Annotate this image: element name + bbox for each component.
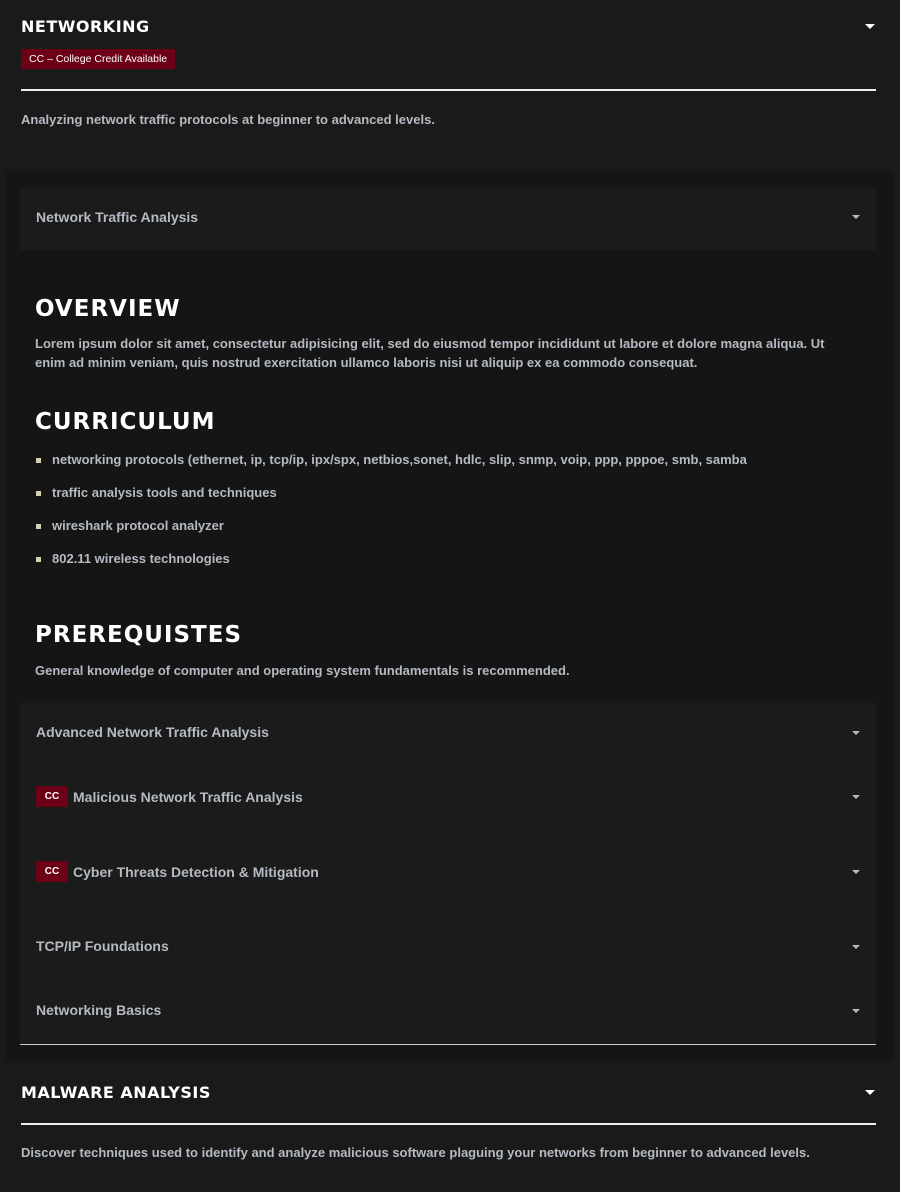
curriculum-item: networking protocols (ethernet, ip, tcp/… (52, 452, 747, 467)
overview-heading: OVERVIEW (35, 296, 181, 322)
bullet (36, 491, 41, 496)
curriculum-item: traffic analysis tools and techniques (52, 485, 277, 500)
course-item-tcpip-foundations[interactable]: TCP/IP Foundations (36, 938, 169, 954)
course-item-label: Cyber Threats Detection & Mitigation (73, 863, 319, 880)
prerequisites-heading: PREREQUISTES (35, 622, 243, 648)
divider (21, 1123, 876, 1125)
course-item-label: TCP/IP Foundations (36, 938, 169, 954)
chevron-down-icon[interactable] (852, 945, 860, 949)
curriculum-item: wireshark protocol analyzer (52, 518, 224, 533)
networking-section-title[interactable]: NETWORKING (21, 17, 150, 36)
chevron-down-icon[interactable] (865, 1090, 875, 1095)
course-item-label: Malicious Network Traffic Analysis (73, 788, 303, 805)
course-item-advanced-network-traffic-analysis[interactable]: Advanced Network Traffic Analysis (36, 724, 269, 740)
divider (21, 89, 876, 91)
course-item-cyber-threats-detection[interactable]: CC Cyber Threats Detection & Mitigation (36, 861, 319, 882)
malware-section-title[interactable]: MALWARE ANALYSIS (21, 1083, 211, 1102)
course-title: Network Traffic Analysis (36, 209, 199, 225)
curriculum-heading: CURRICULUM (35, 409, 216, 435)
overview-text: Lorem ipsum dolor sit amet, consectetur … (35, 336, 825, 370)
course-item-malicious-network-traffic-analysis[interactable]: CC Malicious Network Traffic Analysis (36, 786, 303, 807)
chevron-down-icon[interactable] (852, 1009, 860, 1013)
chevron-down-icon[interactable] (852, 731, 860, 735)
prerequisites-text: General knowledge of computer and operat… (35, 663, 570, 678)
course-item-label: Advanced Network Traffic Analysis (36, 724, 269, 740)
bullet (36, 557, 41, 562)
chevron-down-icon[interactable] (865, 24, 875, 29)
malware-description: Discover techniques used to identify and… (21, 1145, 810, 1160)
cc-badge: CC (36, 786, 68, 807)
chevron-down-icon[interactable] (852, 870, 860, 874)
chevron-down-icon (852, 215, 860, 219)
cc-badge: CC (36, 861, 68, 882)
chevron-down-icon[interactable] (852, 795, 860, 799)
bullet (36, 524, 41, 529)
networking-description: Analyzing network traffic protocols at b… (21, 112, 435, 127)
course-accordion-header[interactable]: Network Traffic Analysis (20, 187, 876, 250)
college-credit-badge: CC – College Credit Available (21, 49, 176, 69)
course-item-label: Networking Basics (36, 1002, 162, 1018)
bullet (36, 458, 41, 463)
course-item-networking-basics[interactable]: Networking Basics (36, 1002, 161, 1018)
curriculum-item: 802.11 wireless technologies (52, 551, 230, 566)
